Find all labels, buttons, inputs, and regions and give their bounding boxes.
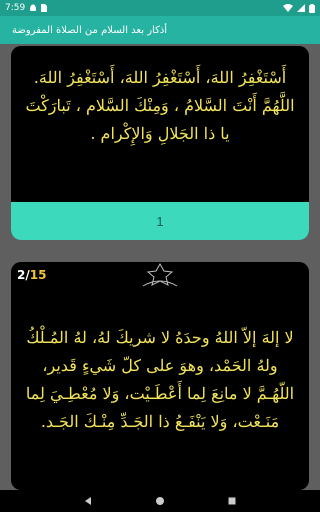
signal-icon: [297, 4, 305, 12]
navigation-bar: [0, 490, 320, 512]
back-icon: [85, 497, 91, 505]
dhikr-card: أَسْتَغْفِرُ اللهَ، أَسْتَغْفِرُ اللهَ، …: [11, 46, 309, 240]
status-bar: 7:59: [0, 0, 320, 16]
android-icon: [30, 4, 37, 11]
home-button[interactable]: [154, 495, 166, 507]
counter-button[interactable]: 1: [11, 202, 309, 240]
page-total: 15: [29, 268, 47, 282]
dhikr-text: أَسْتَغْفِرُ اللهَ، أَسْتَغْفِرُ اللهَ، …: [25, 68, 295, 143]
ornament-icon: [142, 262, 178, 287]
wifi-icon: [283, 4, 293, 12]
dhikr-text: لا إلهَ إلاّ اللهُ وحدَهُ لا شريكَ لهُ، …: [25, 328, 295, 431]
status-time: 7:59: [5, 3, 26, 13]
home-icon: [156, 497, 164, 505]
status-system-icons: [283, 3, 315, 13]
recents-button[interactable]: [226, 495, 238, 507]
status-notification-icons: [29, 4, 48, 12]
app-bar: أذكار بعد السلام من الصلاة المفروضة: [0, 16, 320, 44]
app-title: أذكار بعد السلام من الصلاة المفروضة: [12, 24, 168, 36]
sim-card-icon: [41, 4, 48, 12]
battery-icon: [309, 3, 315, 13]
recents-icon: [228, 497, 236, 505]
page-indicator: 2/15: [17, 268, 46, 282]
dhikr-card: 2/15 لا إلهَ إلاّ اللهُ وحدَهُ لا شريكَ …: [11, 262, 309, 490]
back-button[interactable]: [82, 495, 94, 507]
